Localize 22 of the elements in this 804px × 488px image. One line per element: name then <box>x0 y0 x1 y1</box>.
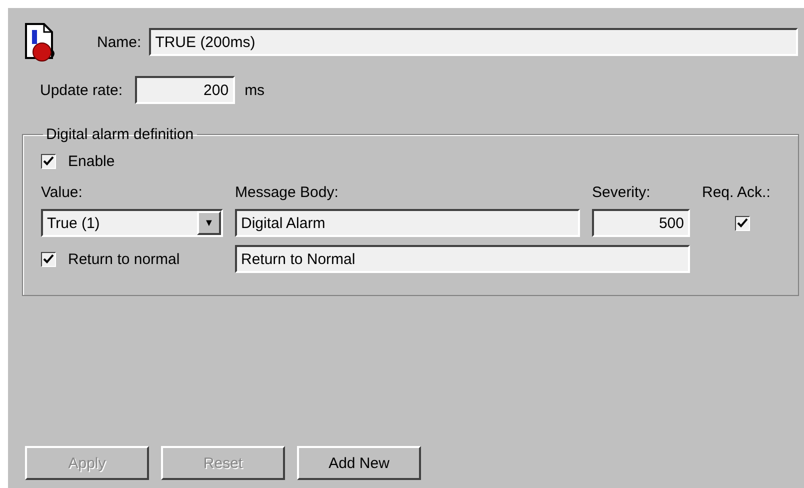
return-to-normal-label: Return to normal <box>68 250 180 268</box>
name-field[interactable]: TRUE (200ms) <box>149 28 798 56</box>
update-rate-label: Update rate: <box>40 82 123 98</box>
req-ack-checkbox[interactable] <box>734 216 750 230</box>
severity-field[interactable]: 500 <box>592 209 690 237</box>
name-label: Name: <box>97 34 142 50</box>
message-body-field[interactable]: Digital Alarm <box>235 209 580 237</box>
message-body-label: Message Body: <box>235 184 340 201</box>
group-title: Digital alarm definition <box>45 126 195 143</box>
enable-checkbox[interactable] <box>41 154 56 169</box>
unit-label: ms <box>244 82 265 98</box>
dropdown-value: True (1) <box>47 214 101 232</box>
req-ack-label: Req. Ack.: <box>702 184 772 201</box>
dropdown-button[interactable]: ▼ <box>197 211 221 235</box>
return-to-normal-checkbox[interactable] <box>41 252 56 266</box>
return-message-field[interactable]: Return to Normal <box>235 245 690 273</box>
dialog-button[interactable]: Add New <box>297 446 421 480</box>
severity-label: Severity: <box>592 184 652 201</box>
update-rate-field[interactable]: 200 <box>134 76 235 104</box>
enable-label: Enable <box>68 153 115 170</box>
value-label: Value: <box>41 184 84 201</box>
value-dropdown[interactable]: True (1) ▼ <box>41 209 223 237</box>
